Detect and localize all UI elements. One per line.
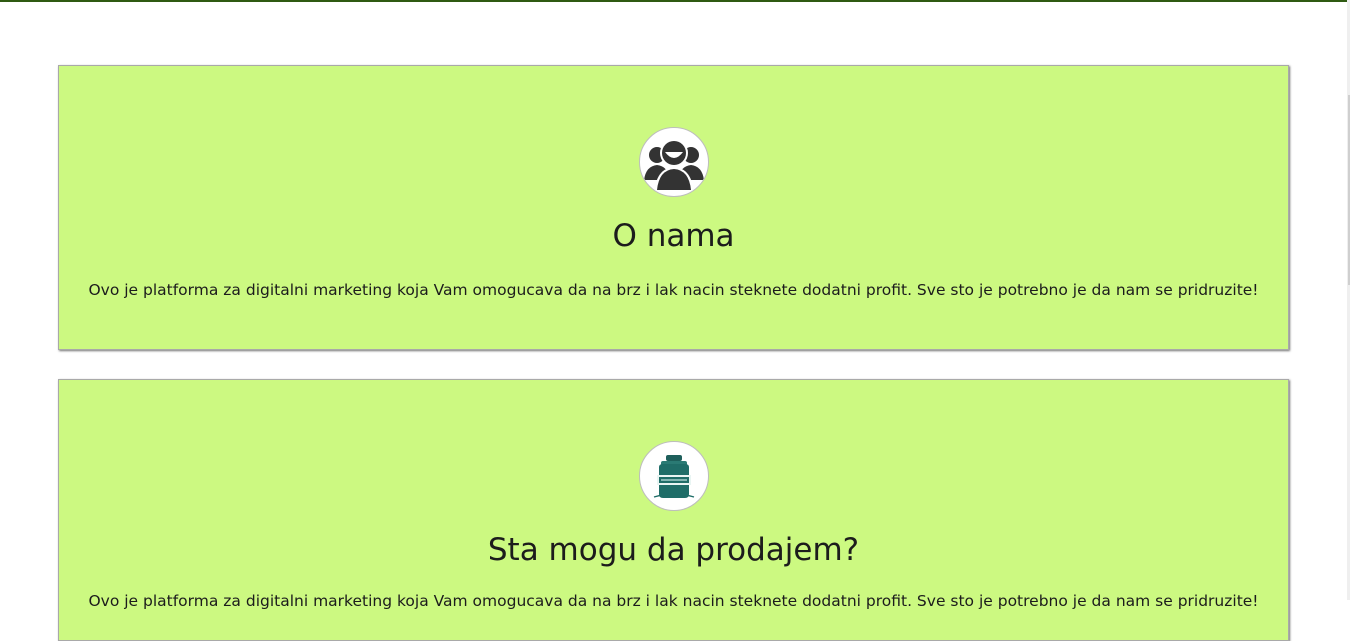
- card-text: Ovo je platforma za digitalni marketing …: [88, 592, 1259, 610]
- product-jar-icon: [639, 441, 709, 511]
- card-title: O nama: [612, 218, 735, 254]
- people-group-icon: [639, 127, 709, 197]
- card-title: Sta mogu da prodajem?: [487, 532, 860, 568]
- card-text: Ovo je platforma za digitalni marketing …: [88, 281, 1259, 299]
- what-can-i-sell-card: Sta mogu da prodajem? Ovo je platforma z…: [58, 379, 1289, 641]
- top-border-line: [0, 0, 1347, 2]
- about-us-card: O nama Ovo je platforma za digitalni mar…: [58, 65, 1289, 350]
